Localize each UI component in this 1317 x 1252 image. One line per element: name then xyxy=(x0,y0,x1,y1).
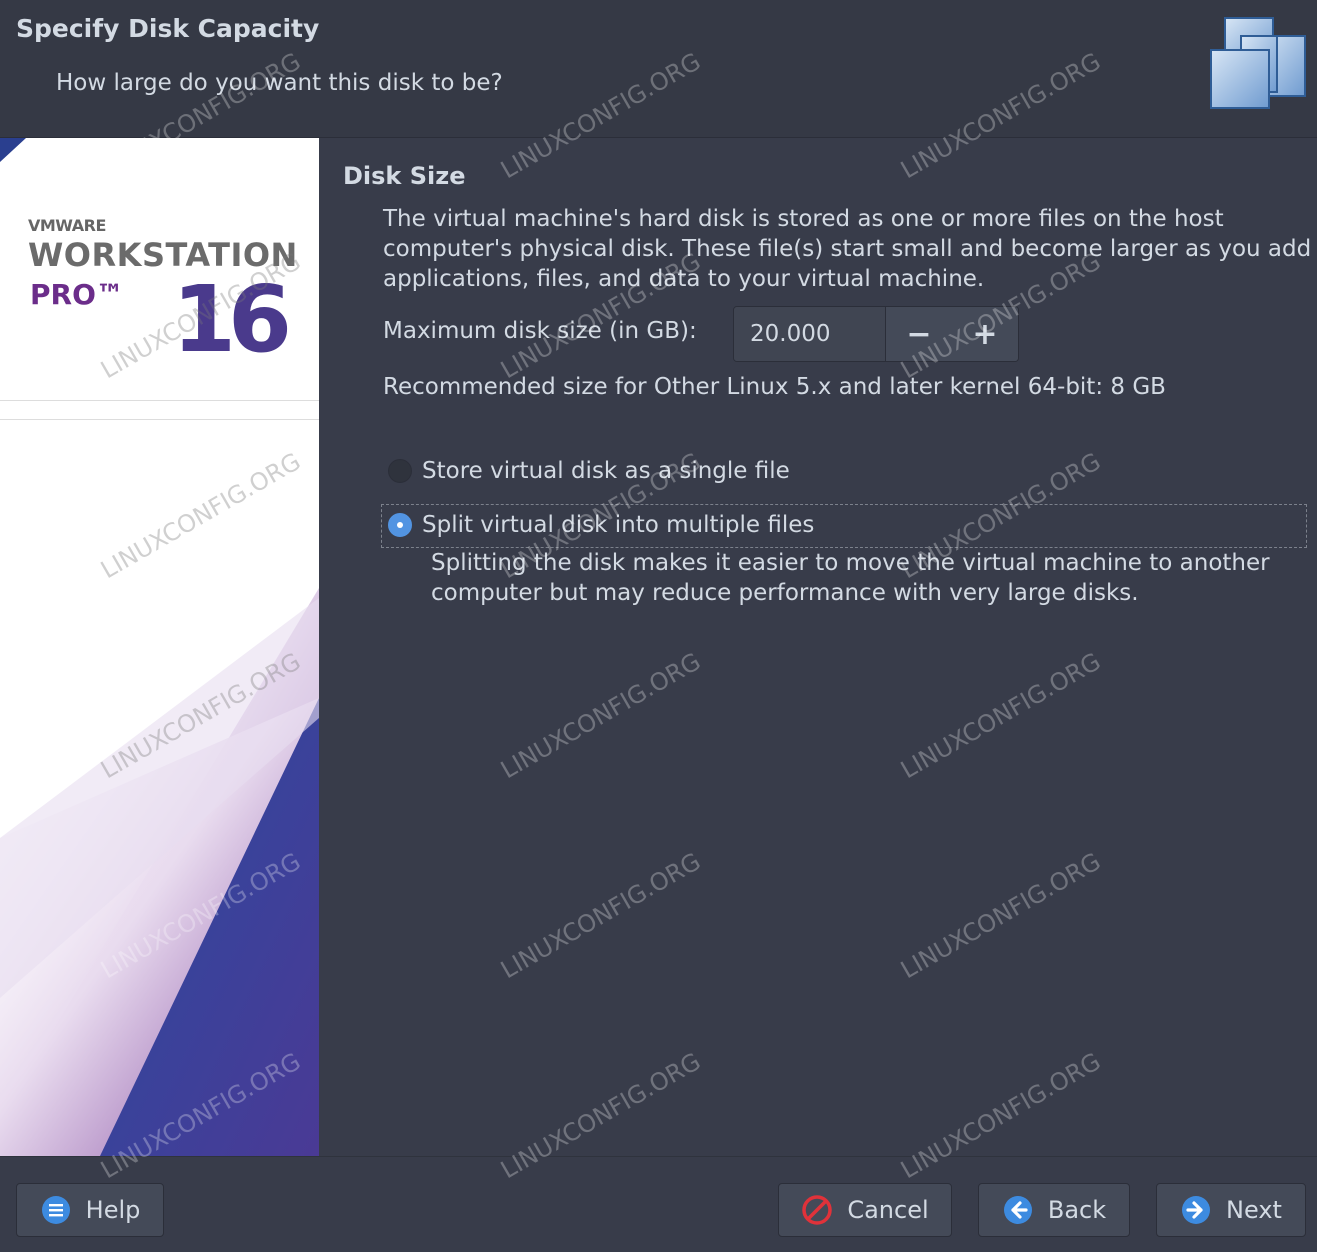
watermark: LINUXCONFIG.ORG xyxy=(896,647,1106,785)
arrow-right-icon xyxy=(1182,1196,1211,1224)
increment-button[interactable]: + xyxy=(952,307,1018,361)
max-disk-size-label: Maximum disk size (in GB): xyxy=(383,318,697,344)
brand-version: 16 xyxy=(172,266,292,373)
single-file-radio[interactable] xyxy=(388,459,412,483)
help-icon xyxy=(41,1196,70,1224)
disk-size-spinner: − + xyxy=(733,306,1019,362)
brand-pro: PRO™ xyxy=(30,278,124,311)
wizard-header: Specify Disk Capacity How large do you w… xyxy=(0,0,1317,138)
cancel-icon xyxy=(802,1195,833,1225)
section-title: Disk Size xyxy=(343,162,466,190)
disk-description: The virtual machine's hard disk is store… xyxy=(383,206,1312,292)
watermark: LINUXCONFIG.ORG xyxy=(896,847,1106,985)
next-button[interactable]: Next xyxy=(1156,1183,1306,1237)
arrow-left-icon xyxy=(1003,1196,1032,1224)
cancel-button[interactable]: Cancel xyxy=(778,1183,952,1237)
disk-size-input[interactable] xyxy=(734,307,886,361)
cancel-label: Cancel xyxy=(847,1196,929,1224)
watermark: LINUXCONFIG.ORG xyxy=(496,847,706,985)
recommended-size: Recommended size for Other Linux 5.x and… xyxy=(383,374,1166,400)
wizard-footer: Help Cancel Back Next xyxy=(0,1156,1317,1252)
split-files-radio[interactable] xyxy=(388,513,412,537)
single-file-label: Store virtual disk as a single file xyxy=(422,458,790,484)
vmware-stacked-windows-icon xyxy=(1210,17,1306,109)
decrement-button[interactable]: − xyxy=(886,307,952,361)
back-button[interactable]: Back xyxy=(978,1183,1130,1237)
split-files-label: Split virtual disk into multiple files xyxy=(422,512,815,538)
split-files-option[interactable]: Split virtual disk into multiple files xyxy=(388,512,814,538)
next-label: Next xyxy=(1226,1196,1282,1224)
page-title: Specify Disk Capacity xyxy=(16,14,320,43)
back-label: Back xyxy=(1047,1196,1107,1224)
single-file-option[interactable]: Store virtual disk as a single file xyxy=(388,458,790,484)
help-button[interactable]: Help xyxy=(16,1183,164,1237)
banner-divider xyxy=(0,400,319,420)
watermark: LINUXCONFIG.ORG xyxy=(496,647,706,785)
brand-vmware: VMWARE xyxy=(28,216,106,235)
side-banner: VMWARE WORKSTATION PRO™ 16 xyxy=(0,138,319,1156)
help-label: Help xyxy=(85,1196,141,1224)
split-files-description: Splitting the disk makes it easier to mo… xyxy=(431,550,1270,606)
page-subtitle: How large do you want this disk to be? xyxy=(56,70,503,96)
